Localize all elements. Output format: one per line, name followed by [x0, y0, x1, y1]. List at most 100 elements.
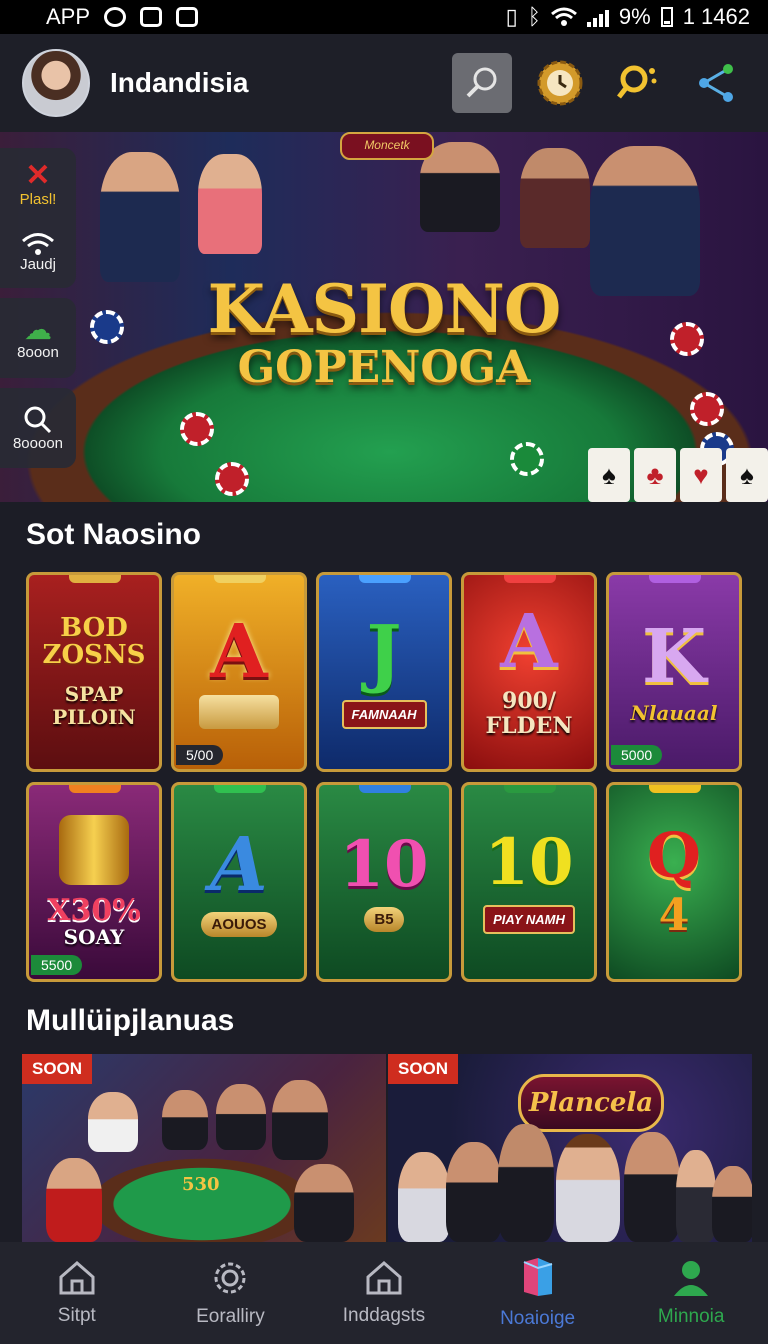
dock-item-jaudj[interactable]: Jaudj	[20, 218, 56, 286]
slot-game-card[interactable]: K Nlauaal 5000	[606, 572, 742, 772]
card-tab	[504, 785, 556, 793]
slot-symbol: A	[500, 598, 558, 685]
card-tab	[359, 785, 411, 793]
app-header: Indandisia	[0, 34, 768, 132]
notification-icon	[104, 7, 127, 27]
card-tab	[649, 575, 701, 583]
jackpot-badge: 5/00	[176, 745, 224, 765]
multiplayer-row: SOON 530 Plancela SOON	[22, 1054, 752, 1242]
card: ♣	[634, 448, 676, 502]
chip-icon	[510, 442, 544, 476]
slot-grid: BOD ZOSNS SPAP PILOIN A 5/00 J FAMNAAH A…	[26, 572, 744, 982]
dock-item-cloud[interactable]: ☁ 8ooon	[0, 298, 76, 378]
cloud-icon: ☁	[24, 313, 52, 345]
search-button[interactable]	[452, 53, 512, 113]
slot-ribbon: PIAY NAMH	[483, 904, 575, 934]
slot-game-subtitle: SPAP PILOIN	[52, 682, 136, 730]
chip-icon	[670, 322, 704, 356]
multiplayer-card[interactable]: SOON 530	[22, 1054, 386, 1242]
nav-label: Noaioige	[500, 1308, 576, 1329]
vibrate-icon: ▯	[505, 4, 518, 29]
player-figure	[88, 1092, 138, 1152]
settings-button[interactable]	[530, 53, 590, 113]
dock-item-search[interactable]: 8oooon	[0, 388, 76, 468]
nav-item-noaioige[interactable]: Noaioige	[461, 1242, 615, 1344]
slot-game-card[interactable]: A 900/ FLDEN	[461, 572, 597, 772]
dock-item-plasl[interactable]: ✕ Plasl!	[20, 150, 57, 218]
slot-game-card[interactable]: A 5/00	[171, 572, 307, 772]
card-tab	[504, 575, 556, 583]
slot-game-card[interactable]: X30% SOAY 5500	[26, 782, 162, 982]
dock-item-label: Jaudj	[20, 255, 56, 273]
slot-symbol: J	[366, 609, 402, 696]
player-figure	[294, 1164, 354, 1242]
nav-item-sitpt[interactable]: Sitpt	[0, 1242, 154, 1344]
player-figure	[162, 1090, 208, 1150]
player-figure	[46, 1158, 102, 1242]
search-icon	[24, 406, 52, 433]
search-icon	[466, 67, 497, 98]
slot-symbol: Q	[646, 818, 701, 892]
slot-game-card[interactable]: 10 B5	[316, 782, 452, 982]
slot-symbol: 10	[339, 826, 429, 902]
card-tab	[69, 785, 121, 793]
card-tab	[214, 785, 266, 793]
slot-game-card[interactable]: J FAMNAAH	[316, 572, 452, 772]
search-sparkle-icon	[617, 65, 657, 99]
rewards-button[interactable]	[608, 53, 668, 113]
playing-cards: ♠ ♣ ♥ ♠	[588, 448, 768, 502]
cube-icon	[523, 1258, 552, 1296]
side-dock: ✕ Plasl! Jaudj ☁ 8ooon 8oooon	[0, 148, 76, 478]
nav-item-minnoia[interactable]: Minnoia	[614, 1242, 768, 1344]
section-title-multiplayer: Mullüipjlanuas	[26, 1004, 235, 1037]
nav-label: Eoralliry	[196, 1306, 265, 1327]
chip-icon	[215, 462, 249, 496]
slot-game-card[interactable]: Q 4	[606, 782, 742, 982]
nav-label: Inddagsts	[342, 1305, 426, 1326]
card-tab	[649, 785, 701, 793]
player-figure	[198, 154, 262, 254]
multiplayer-card[interactable]: Plancela SOON	[388, 1054, 752, 1242]
player-figure	[216, 1084, 266, 1150]
player-figure	[272, 1080, 328, 1160]
dock-item-label: 8ooon	[17, 343, 59, 361]
player-figure	[712, 1166, 752, 1242]
chip-icon	[690, 392, 724, 426]
table-label: 530	[182, 1174, 220, 1195]
slot-symbol: K	[641, 613, 707, 700]
reel-icon	[59, 814, 129, 885]
slot-plate: AOUOS	[201, 911, 277, 937]
nav-item-eoralliry[interactable]: Eoralliry	[154, 1242, 308, 1344]
wifi-icon	[22, 232, 54, 255]
slot-game-subtitle: SOAY	[63, 925, 125, 950]
player-figure	[676, 1150, 716, 1242]
bluetooth-icon: ᛒ	[527, 4, 541, 29]
slot-game-card[interactable]: BOD ZOSNS SPAP PILOIN	[26, 572, 162, 772]
player-figure	[398, 1152, 450, 1242]
status-time: 1 1462	[682, 4, 750, 29]
card-tab	[359, 575, 411, 583]
player-figure	[624, 1132, 680, 1242]
nav-item-inddagsts[interactable]: Inddagsts	[307, 1242, 461, 1344]
hero-banner[interactable]: Moncetk KASIONO GOPENOGA ♠ ♣ ♥ ♠	[0, 132, 768, 502]
soon-badge: SOON	[22, 1054, 93, 1084]
dock-group-top: ✕ Plasl! Jaudj	[0, 148, 76, 288]
bottom-nav: Sitpt Eoralliry Inddagsts Noaioige Minno…	[0, 1242, 768, 1344]
section-title-slots: Sot Naosino	[26, 518, 202, 551]
slot-symbol: A	[210, 821, 268, 908]
slot-game-subtitle: Nlauaal	[630, 700, 718, 725]
slot-game-card[interactable]: A AOUOS	[171, 782, 307, 982]
house-icon	[366, 1261, 402, 1295]
gear-clock-icon	[537, 60, 583, 106]
player-figure	[498, 1124, 554, 1242]
profile-icon	[674, 1261, 709, 1296]
jackpot-badge: 5000	[611, 745, 663, 765]
avatar[interactable]	[22, 49, 90, 117]
slot-plate: B5	[364, 906, 404, 932]
slot-game-title: X30%	[47, 892, 141, 928]
dock-item-label: 8oooon	[12, 434, 64, 452]
slot-game-title: BOD ZOSNS	[42, 612, 146, 670]
share-button[interactable]	[686, 53, 746, 113]
slot-game-card[interactable]: 10 PIAY NAMH	[461, 782, 597, 982]
player-figure	[446, 1142, 502, 1242]
